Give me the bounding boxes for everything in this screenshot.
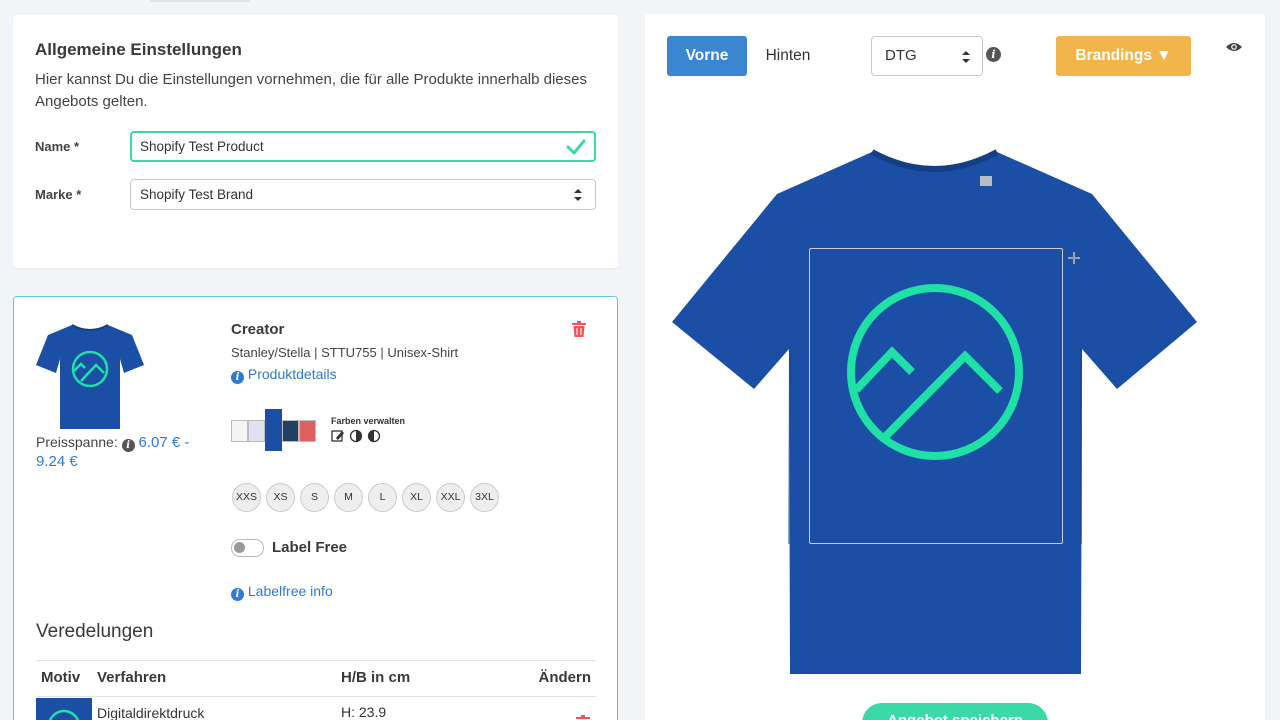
product-meta: Stanley/Stella | STTU755 | Unisex-Shirt: [231, 345, 459, 360]
name-label: Name *: [35, 139, 80, 154]
print-method-select[interactable]: DTG: [871, 36, 983, 76]
color-swatch[interactable]: [299, 420, 316, 442]
select-arrows-icon: [574, 189, 582, 201]
label-free-toggle[interactable]: [231, 539, 264, 557]
size-xl[interactable]: XL: [402, 483, 431, 512]
name-input[interactable]: [130, 131, 596, 162]
brand-select[interactable]: Shopify Test Brand: [130, 179, 596, 210]
product-card: Preisspanne: i 6.07 € - 9.24 € Creator S…: [13, 296, 618, 720]
print-area[interactable]: [809, 248, 1063, 544]
info-icon[interactable]: i: [121, 439, 135, 452]
price-label: Preisspanne:: [36, 434, 118, 450]
select-arrows-icon: [962, 51, 970, 63]
tab-hinten[interactable]: Hinten: [753, 36, 823, 76]
size-l[interactable]: L: [368, 483, 397, 512]
motif-thumbnail: [36, 698, 92, 720]
product-thumbnail: [36, 324, 144, 429]
tab-vorne[interactable]: Vorne: [667, 36, 747, 76]
settings-title: Allgemeine Einstellungen: [35, 40, 242, 59]
size-cell: H: 23.9: [341, 704, 387, 720]
color-swatch[interactable]: [248, 420, 265, 442]
edit-icon: [331, 430, 344, 442]
color-swatch[interactable]: [282, 420, 299, 442]
column-header-aendern: Ändern: [538, 669, 592, 686]
size-3xl[interactable]: 3XL: [470, 483, 499, 512]
color-swatch-selected[interactable]: [265, 409, 282, 451]
plus-icon[interactable]: [1066, 250, 1082, 266]
save-offer-button[interactable]: Angebot speichern: [862, 703, 1048, 720]
brand-label: Marke *: [35, 187, 82, 202]
manage-colors-label: Farben verwalten: [331, 416, 406, 426]
product-details-label: Produktdetails: [247, 366, 337, 382]
size-xs[interactable]: XS: [266, 483, 295, 512]
labelfree-info-link[interactable]: i Labelfree info: [231, 583, 333, 601]
verfahren-cell: Digitaldirektdruck: [97, 705, 205, 720]
trash-icon[interactable]: [576, 715, 590, 720]
print-method-value: DTG: [885, 47, 917, 64]
toggle-knob: [234, 542, 245, 553]
eye-icon[interactable]: [1225, 41, 1243, 53]
color-tools[interactable]: [331, 429, 387, 443]
color-swatch[interactable]: [231, 420, 248, 442]
brandings-button[interactable]: Brandings ▼: [1056, 36, 1191, 76]
brand-select-value: Shopify Test Brand: [140, 187, 254, 202]
preview-panel: Vorne Hinten DTG i Brandings ▼ Angebot s…: [645, 14, 1265, 720]
save-offer-label: Angebot speichern: [887, 712, 1023, 720]
label-free-label: Label Free: [272, 539, 348, 556]
info-icon: i: [231, 371, 244, 384]
size-xxs[interactable]: XXS: [232, 483, 261, 512]
top-divider: [150, 0, 250, 2]
size-s[interactable]: S: [300, 483, 329, 512]
table-row: Digitaldirektdruck H: 23.9: [36, 697, 596, 720]
settings-description: Hier kannst Du die Einstellungen vornehm…: [35, 71, 587, 110]
product-name: Creator: [231, 321, 285, 338]
half-circle-icon: [367, 429, 381, 443]
trash-icon[interactable]: [572, 321, 586, 337]
table-header: Motiv Verfahren H/B in cm Ändern: [36, 660, 596, 697]
size-m[interactable]: M: [334, 483, 363, 512]
info-icon: i: [231, 588, 244, 601]
size-xxl[interactable]: XXL: [436, 483, 465, 512]
column-header-verfahren: Verfahren: [97, 669, 167, 686]
info-icon[interactable]: i: [986, 47, 1001, 62]
general-settings-card: Allgemeine Einstellungen Hier kannst Du …: [13, 15, 618, 268]
check-icon: [566, 139, 586, 155]
veredelungen-title: Veredelungen: [36, 621, 154, 642]
price-range: Preisspanne: i 6.07 € - 9.24 €: [36, 433, 216, 471]
labelfree-info-label: Labelfree info: [247, 583, 333, 599]
column-header-size: H/B in cm: [341, 669, 411, 686]
contrast-icon: [349, 429, 363, 443]
column-header-motiv: Motiv: [41, 669, 81, 686]
product-details-link[interactable]: i Produktdetails: [231, 366, 337, 384]
